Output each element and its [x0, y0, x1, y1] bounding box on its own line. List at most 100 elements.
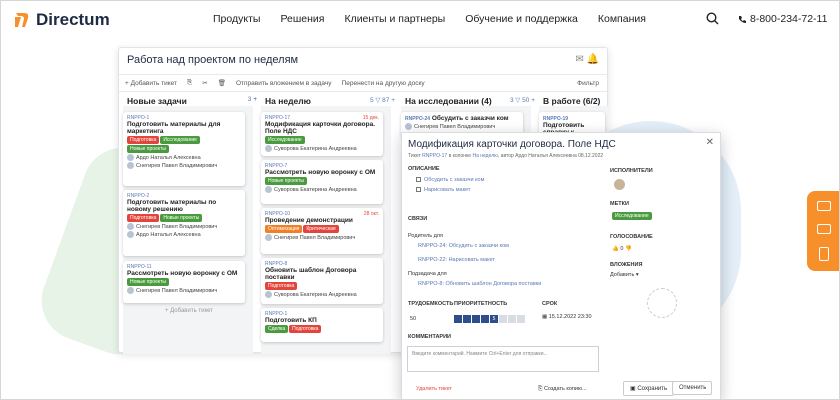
board-toolbar: + Добавить тикет ⎘ ✂ 🗑 Отправить вложени… — [119, 74, 607, 92]
tag-badge: Новые проекты — [127, 145, 169, 153]
tag-badge: Исследование — [265, 136, 305, 144]
tag-badge: Сделка — [265, 325, 289, 333]
page: Directum Продукты Решения Клиенты и парт… — [0, 0, 840, 400]
priority-step[interactable] — [481, 315, 489, 323]
ticket-card[interactable]: RNPPO-10 28 окт. Проведение демонстрации… — [261, 208, 383, 254]
priority-step[interactable] — [517, 315, 525, 323]
search-icon[interactable] — [706, 12, 719, 25]
chat-icon[interactable] — [817, 224, 831, 234]
mail-icon[interactable] — [817, 201, 831, 211]
priority-step[interactable] — [499, 315, 507, 323]
create-copy-button[interactable]: ⎘ Создать копию... — [538, 386, 587, 393]
nav-links: Продукты Решения Клиенты и партнеры Обуч… — [213, 13, 666, 25]
avatar[interactable] — [614, 179, 625, 190]
bell-icon[interactable]: 🔔 — [587, 54, 599, 65]
assignee: Снегирев Павел Владимирович — [127, 223, 241, 230]
delete-icon[interactable]: 🗑 — [218, 79, 226, 87]
avatar — [127, 162, 134, 169]
send-attachment-button[interactable]: Отправить вложением в задачу — [236, 80, 332, 87]
ticket-card[interactable]: RNPPO-7 Рассмотреть новую воронку с ОМ Н… — [261, 160, 383, 204]
dialog-subtitle: Тикет RNPPO-17 в колонке На неделю, авто… — [408, 153, 604, 159]
delete-ticket-button[interactable]: Удалить тикет — [416, 386, 452, 392]
avatar — [127, 154, 134, 161]
mail-icon[interactable]: ✉ — [575, 54, 583, 65]
ticket-card[interactable]: RNPPO-1 Подготовить КП Сделка Подготовка — [261, 308, 383, 342]
tag-badge: Оптимизация — [265, 225, 303, 233]
ticket-title: Подготовить КП — [265, 317, 317, 324]
ticket-title: Проведение демонстрации — [265, 217, 353, 224]
avatar — [127, 287, 134, 294]
add-ticket-button[interactable]: + Добавить тикет — [125, 80, 177, 87]
priority-scale[interactable]: 5 — [454, 315, 526, 323]
avatar — [127, 223, 134, 230]
mobile-icon[interactable] — [819, 247, 829, 261]
priority-step[interactable] — [454, 315, 462, 323]
parent-label: Родитель для — [408, 233, 443, 239]
vote-control[interactable]: 👍 0 👎 — [612, 246, 632, 252]
assignee: Суворова Екатерина Андреевна — [265, 291, 379, 298]
cut-icon[interactable]: ✂ — [202, 79, 207, 87]
avatar — [405, 123, 412, 130]
copy-icon[interactable]: ⎘ — [187, 79, 192, 87]
comment-input[interactable]: Введите комментарий. Нажмите Ctrl+Enter … — [407, 346, 599, 372]
thumbs-up-icon: 👍 — [612, 246, 619, 252]
checklist-item[interactable]: Нарисовать макет — [416, 187, 470, 193]
priority-step[interactable] — [463, 315, 471, 323]
vote-label: ГОЛОСОВАНИЕ — [610, 234, 653, 240]
top-nav: Directum Продукты Решения Клиенты и парт… — [1, 1, 839, 37]
priority-step[interactable] — [508, 315, 516, 323]
tag-badge: Критическая — [303, 225, 339, 233]
avatar — [127, 231, 134, 238]
effort-value[interactable]: 50 — [410, 316, 416, 322]
tag-badge: Новые проекты — [265, 177, 307, 185]
ticket-link[interactable]: RNPPO-17 — [422, 153, 447, 159]
checkbox — [416, 177, 421, 183]
phone-number: 8-800-234-72-11 — [750, 13, 828, 25]
links-label: СВЯЗИ — [408, 216, 428, 222]
avatar — [265, 291, 272, 298]
comments-label: КОММЕНТАРИИ — [408, 334, 451, 340]
ticket-dialog: Модификация карточки договора. Поле НДС … — [401, 132, 721, 399]
priority-step[interactable] — [472, 315, 480, 323]
save-button[interactable]: ▣ Сохранить — [623, 381, 675, 396]
phone-link[interactable]: 8-800-234-72-11 — [738, 13, 827, 25]
parent-link[interactable]: RNPPO-24: Обсудить с заказчи ком — [418, 243, 509, 249]
ticket-card[interactable]: RNPPO-8 Обновить шаблон Договора поставк… — [261, 258, 383, 304]
filter-button[interactable]: Фильтр — [577, 80, 599, 87]
add-attachment-button[interactable]: Добавить ▾ — [610, 272, 639, 278]
ticket-card[interactable]: RNPPO-2 Подготовить материалы по новому … — [123, 190, 245, 256]
nav-link-clients[interactable]: Клиенты и партнеры — [344, 13, 445, 25]
ticket-title: RNPPO-24 Обсудить с заказчи ком — [405, 115, 509, 122]
child-link[interactable]: RNPPO-8: Обновить шаблон Договора постав… — [418, 281, 541, 287]
avatar — [265, 234, 272, 241]
contact-widget[interactable] — [807, 191, 839, 271]
parent-link[interactable]: RNPPO-22: Нарисовать макет — [418, 257, 495, 263]
checklist-item[interactable]: Обсудить с заказчи ком — [416, 177, 484, 183]
column-link[interactable]: На неделю — [472, 153, 497, 159]
nav-link-company[interactable]: Компания — [598, 13, 646, 25]
move-board-button[interactable]: Перенести на другую доску — [342, 80, 425, 87]
assignee: Снегирев Павел Владимирович — [127, 287, 241, 294]
close-icon[interactable]: ✕ — [706, 137, 714, 148]
tag-badge: Подготовка — [127, 214, 160, 222]
assignee: Суворова Екатерина Андреевна — [265, 186, 379, 193]
ticket-card[interactable]: RNPPO-11 Рассмотреть новую воронку с ОМ … — [123, 261, 245, 303]
column-week: На неделю 5 ▽ 87 + RNPPO-17 15 дек. Моди… — [261, 96, 401, 342]
tag-badge[interactable]: Исследование — [612, 212, 652, 220]
column-meta[interactable]: 3 ▽ 50 + — [510, 96, 535, 104]
nav-link-training[interactable]: Обучение и поддержка — [465, 13, 578, 25]
ticket-card[interactable]: RNPPO-1 Подготовить материалы для маркет… — [123, 112, 245, 186]
priority-step[interactable]: 5 — [490, 315, 498, 323]
save-icon: ▣ — [630, 386, 636, 392]
cancel-button[interactable]: Отменить — [672, 381, 712, 395]
add-ticket-link[interactable]: + Добавить тикет — [165, 308, 213, 314]
column-meta[interactable]: 5 ▽ 87 + — [370, 96, 395, 104]
column-research: На исследовании (4) 3 ▽ 50 + RNPPO-24 Об… — [401, 96, 541, 138]
ticket-card[interactable]: RNPPO-17 15 дек. Модификация карточки до… — [261, 112, 383, 156]
tag-badge: Подготовка — [289, 325, 322, 333]
dialog-title: Модификация карточки договора. Поле НДС — [408, 139, 616, 150]
logo[interactable]: Directum — [13, 10, 110, 30]
nav-link-products[interactable]: Продукты — [213, 13, 260, 25]
deadline-value[interactable]: ▦ 15.12.2022 23:30 — [542, 314, 592, 320]
nav-link-solutions[interactable]: Решения — [280, 13, 324, 25]
